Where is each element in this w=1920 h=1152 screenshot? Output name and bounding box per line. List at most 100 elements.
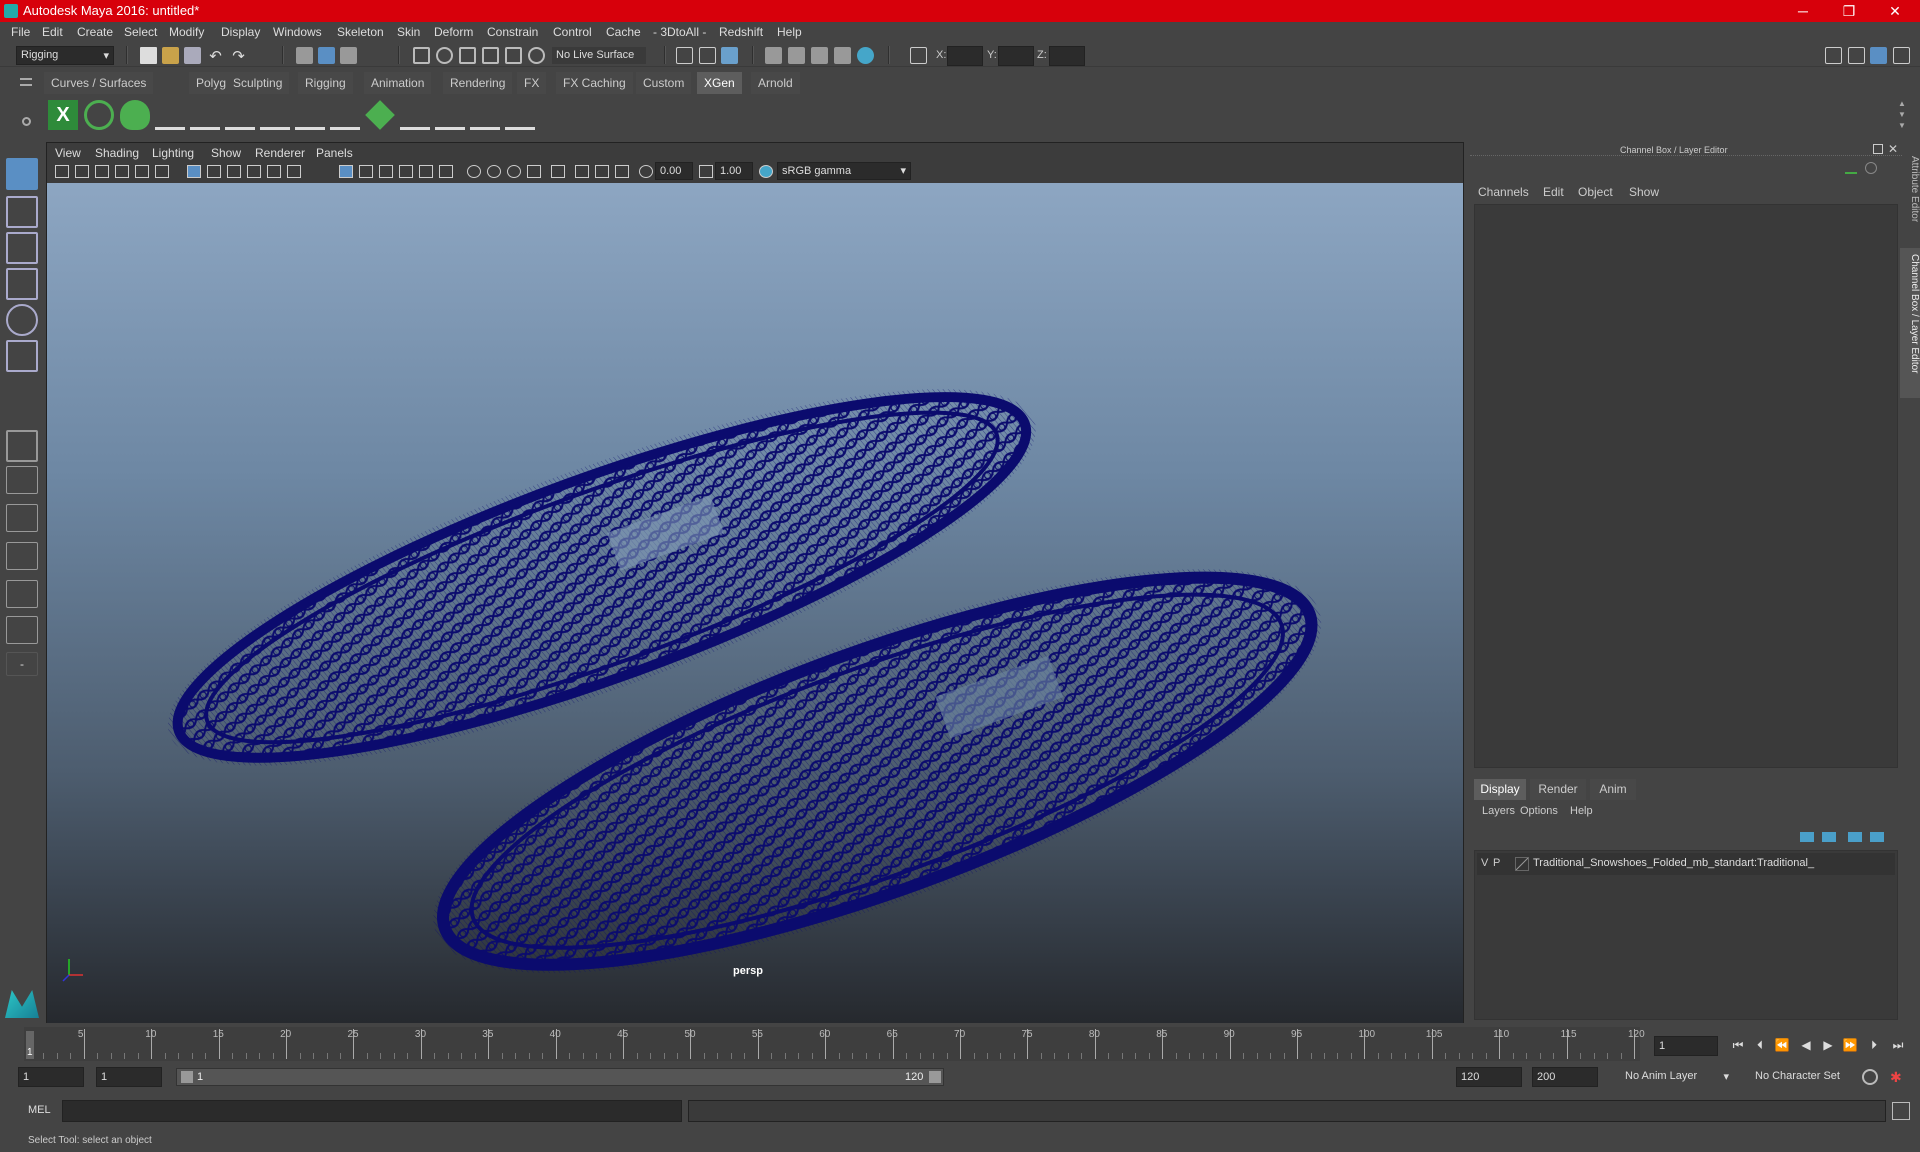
character-set-dropdown[interactable]: No Character Set <box>1750 1067 1862 1087</box>
play-forward-icon[interactable]: ▶ <box>1818 1036 1838 1054</box>
xgen-cut-icon[interactable] <box>470 100 500 130</box>
xgen-sculpt-guide-icon[interactable] <box>330 100 360 130</box>
xgen-lock-guide-icon[interactable] <box>295 100 325 130</box>
shelf-tab-custom[interactable]: Custom <box>636 72 692 94</box>
menu-3dtoall[interactable]: - 3DtoAll - <box>653 25 706 39</box>
xgen-comb-icon[interactable] <box>400 100 430 130</box>
maximize-button[interactable]: ❐ <box>1826 0 1872 22</box>
menu-help[interactable]: Help <box>777 25 802 39</box>
menu-display[interactable]: Display <box>221 25 260 39</box>
viewport-menu-shading[interactable]: Shading <box>95 146 139 160</box>
snap-grid-icon[interactable] <box>413 47 430 64</box>
input-ops-icon[interactable] <box>676 47 693 64</box>
xgen-place-guide-icon[interactable] <box>225 100 255 130</box>
snap-curve-icon[interactable] <box>436 47 453 64</box>
persp-outliner-layout-icon[interactable] <box>6 504 38 532</box>
xgen-editor-icon[interactable]: X <box>48 100 78 130</box>
step-forward-key-icon[interactable]: ⏩ <box>1840 1036 1860 1054</box>
shelf-tab-rendering[interactable]: Rendering <box>443 72 513 94</box>
resolution-gate-icon[interactable] <box>227 165 241 178</box>
viewport-scene[interactable]: persp <box>47 183 1463 1023</box>
y-field[interactable] <box>998 46 1034 66</box>
xgen-grow-icon[interactable] <box>435 100 465 130</box>
channel-menu-object[interactable]: Object <box>1578 185 1613 199</box>
xgen-delete-icon[interactable] <box>505 100 535 130</box>
close-panel-icon[interactable]: ✕ <box>1888 142 1898 156</box>
move-tool-icon[interactable] <box>6 268 38 300</box>
new-scene-icon[interactable] <box>140 47 157 64</box>
layer-menu-help[interactable]: Help <box>1570 805 1593 817</box>
exposure-icon[interactable] <box>639 165 653 178</box>
lasso-tool-icon[interactable] <box>6 196 38 228</box>
undo-icon[interactable]: ↶ <box>207 47 224 65</box>
menu-set-dropdown[interactable]: Rigging ▾ <box>16 46 114 65</box>
shelf-scroll-icon[interactable]: ▲ ▼ ▼ <box>1898 98 1908 132</box>
motion-blur-icon[interactable] <box>487 165 501 178</box>
playback-end-field[interactable] <box>1456 1067 1522 1087</box>
gamma-field[interactable] <box>715 162 753 180</box>
select-by-object-icon[interactable] <box>318 47 335 64</box>
channel-menu-show[interactable]: Show <box>1629 185 1659 199</box>
play-backward-icon[interactable]: ◀ <box>1796 1036 1816 1054</box>
viewport-menu-show[interactable]: Show <box>211 146 241 160</box>
output-ops-icon[interactable] <box>699 47 716 64</box>
paint-select-tool-icon[interactable] <box>6 232 38 264</box>
shelf-menu-icon[interactable] <box>20 78 32 86</box>
menu-edit[interactable]: Edit <box>42 25 63 39</box>
four-view-layout-icon[interactable] <box>6 466 38 494</box>
shelf-settings-icon[interactable] <box>22 117 31 126</box>
animation-end-field[interactable] <box>1532 1067 1598 1087</box>
channel-box-settings-icon[interactable] <box>1865 162 1877 174</box>
isolate-select-icon[interactable] <box>551 165 565 178</box>
field-chart-icon[interactable] <box>267 165 281 178</box>
2d-pan-zoom-icon[interactable] <box>135 165 149 178</box>
playhead[interactable]: 1 <box>26 1031 34 1059</box>
wireframe-on-shaded-icon[interactable] <box>379 165 393 178</box>
command-input[interactable] <box>62 1100 682 1122</box>
transform-mode-icon[interactable] <box>910 47 927 64</box>
xray-joints-icon[interactable] <box>595 165 609 178</box>
layer-visibility-toggle[interactable]: V <box>1481 857 1488 869</box>
viewport-menu-renderer[interactable]: Renderer <box>255 146 305 160</box>
film-gate-icon[interactable] <box>207 165 221 178</box>
snap-live-icon[interactable] <box>528 47 545 64</box>
bookmark-icon[interactable] <box>95 165 109 178</box>
render-frame-icon[interactable] <box>788 47 805 64</box>
anim-layer-dropdown[interactable]: No Anim Layer ▾ <box>1620 1067 1732 1087</box>
grease-pencil-icon[interactable] <box>155 165 169 178</box>
script-editor-icon[interactable] <box>1892 1102 1910 1120</box>
shelf-tab-arnold[interactable]: Arnold <box>751 72 800 94</box>
channel-box-toggle-icon[interactable] <box>1870 47 1887 64</box>
layer-name[interactable]: Traditional_Snowshoes_Folded_mb_standart… <box>1533 857 1893 869</box>
viewport-menu-view[interactable]: View <box>55 146 81 160</box>
new-layer-selected-icon[interactable] <box>1870 832 1884 842</box>
persp-graph-layout-icon[interactable] <box>6 542 38 570</box>
textured-icon[interactable] <box>399 165 413 178</box>
channel-menu-edit[interactable]: Edit <box>1543 185 1564 199</box>
shelf-tab-fx[interactable]: FX <box>517 72 547 94</box>
snap-surface-icon[interactable] <box>505 47 522 64</box>
viewport-menu-lighting[interactable]: Lighting <box>152 146 194 160</box>
menu-file[interactable]: File <box>11 25 30 39</box>
new-layer-icon[interactable] <box>1848 832 1862 842</box>
layer-color-icon[interactable] <box>1515 857 1529 871</box>
step-back-key-icon[interactable]: ⏪ <box>1772 1036 1792 1054</box>
layer-row[interactable]: V P Traditional_Snowshoes_Folded_mb_stan… <box>1477 853 1895 875</box>
camera-icon[interactable] <box>55 165 69 178</box>
xgen-description-icon[interactable] <box>120 100 150 130</box>
range-start-handle[interactable] <box>181 1071 193 1083</box>
select-by-hierarchy-icon[interactable] <box>296 47 313 64</box>
select-by-component-icon[interactable] <box>340 47 357 64</box>
go-to-end-icon[interactable]: ⏭ <box>1888 1036 1908 1054</box>
shelf-tab-animation[interactable]: Animation <box>364 72 432 94</box>
xgen-guides-icon[interactable] <box>155 100 185 130</box>
go-to-start-icon[interactable]: ⏮ <box>1728 1036 1748 1054</box>
float-panel-icon[interactable] <box>1873 144 1883 154</box>
step-forward-frame-icon[interactable]: ⏵ <box>1864 1036 1884 1054</box>
layer-tab-anim[interactable]: Anim <box>1590 779 1636 800</box>
minimize-button[interactable]: ─ <box>1780 0 1826 22</box>
render-view-icon[interactable] <box>765 47 782 64</box>
backface-culling-icon[interactable] <box>615 165 629 178</box>
scale-tool-icon[interactable] <box>6 340 38 372</box>
image-plane-icon[interactable] <box>115 165 129 178</box>
